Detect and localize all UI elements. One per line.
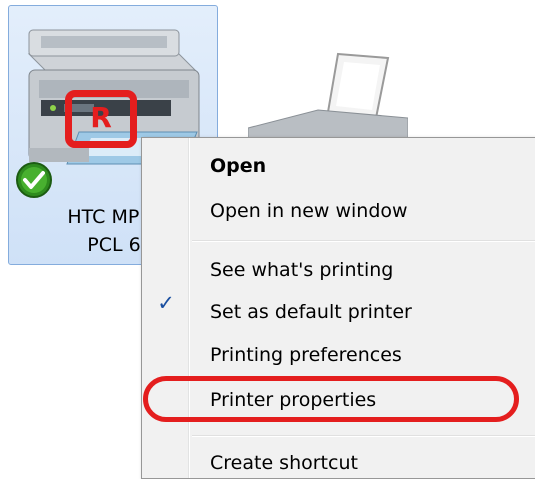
badge-letter: R (90, 101, 112, 134)
printer-icon[interactable] (248, 48, 408, 148)
menu-item-open[interactable]: Open (210, 155, 266, 177)
printer-label-line2: PCL 6 (87, 234, 141, 256)
menu-gutter-highlight (189, 138, 190, 478)
annotation-r-box: R (65, 90, 137, 148)
menu-item-open-new-window[interactable]: Open in new window (210, 200, 408, 222)
menu-separator (192, 240, 535, 242)
checkmark-icon: ✓ (157, 291, 175, 315)
menu-item-printing-preferences[interactable]: Printing preferences (210, 344, 402, 366)
menu-item-create-shortcut[interactable]: Create shortcut (210, 452, 358, 474)
menu-separator (192, 435, 535, 437)
menu-item-see-whats-printing[interactable]: See what's printing (210, 259, 393, 281)
menu-item-set-default-printer[interactable]: Set as default printer (210, 301, 412, 323)
default-printer-check-icon (16, 162, 52, 198)
annotation-highlight-oval (143, 376, 519, 422)
context-menu: Open Open in new window See what's print… (141, 137, 535, 479)
